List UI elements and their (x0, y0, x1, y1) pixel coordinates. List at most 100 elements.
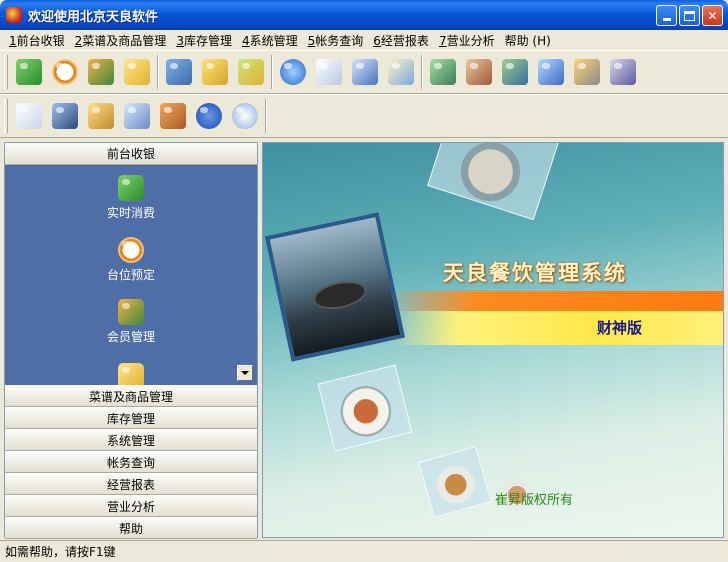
toolbar-reservation-button[interactable] (47, 54, 83, 90)
status-bar: 如需帮助，请按F1键 (0, 540, 728, 562)
toolbar-grip[interactable] (4, 99, 8, 133)
briefcase-icon (160, 103, 186, 129)
globe-icon (280, 59, 306, 85)
toolbar-help-button[interactable] (191, 98, 227, 134)
yellow-band (393, 311, 723, 345)
maximize-icon (684, 10, 695, 21)
toolbar-notebook-button[interactable] (347, 54, 383, 90)
edition-label: 财神版 (597, 319, 643, 337)
menu-front-desk[interactable]: 1前台收银 (4, 32, 70, 49)
magnifier-doc-icon (316, 59, 342, 85)
members-icon (88, 59, 114, 85)
menu-accounts[interactable]: 5帐务查询 (303, 32, 369, 49)
nav-entry-members[interactable]: 会员管理 (5, 299, 257, 345)
toolbar-globe-button[interactable] (275, 54, 311, 90)
nav-scroll-down-button[interactable] (237, 365, 253, 381)
paper-arrow-icon (388, 59, 414, 85)
toolbar-folder-open-button[interactable] (197, 54, 233, 90)
splash-area: 天良餐饮管理系统 财神版 崔昇版权所有 (262, 142, 724, 538)
toolbar-tools-button[interactable] (569, 54, 605, 90)
minimize-button[interactable] (656, 5, 677, 26)
window-controls: ✕ (656, 5, 723, 26)
nav-section-system[interactable]: 系统管理 (5, 429, 257, 451)
nav-section-menu-goods[interactable]: 菜谱及商品管理 (5, 385, 257, 407)
toolbar-checklist-button[interactable] (119, 54, 155, 90)
close-icon: ✕ (707, 8, 718, 23)
secondary-toolbar (0, 94, 728, 138)
toolbar-network-user-button[interactable] (497, 54, 533, 90)
bookshelf-icon (466, 59, 492, 85)
toolbar-calculator-button[interactable] (119, 98, 155, 134)
chevron-down-icon (241, 371, 249, 375)
nav-section-inventory[interactable]: 库存管理 (5, 407, 257, 429)
toolbar-new-page-button[interactable] (11, 98, 47, 134)
nav-section-reports[interactable]: 经营报表 (5, 473, 257, 495)
toolbar-password-button[interactable] (83, 98, 119, 134)
toolbar-briefcase-button[interactable] (155, 98, 191, 134)
menu-help[interactable]: 帮助 (H) (500, 32, 556, 49)
menu-system[interactable]: 4系统管理 (237, 32, 303, 49)
nav-entry-checklist[interactable] (5, 363, 257, 385)
toolbar-about-button[interactable] (227, 98, 263, 134)
user-phone-icon (52, 103, 78, 129)
toolbar-separator (157, 55, 159, 89)
food-photo-top (427, 143, 559, 221)
info-icon (232, 103, 258, 129)
toolbar-books-button[interactable] (161, 54, 197, 90)
toolbar-computer-button[interactable] (533, 54, 569, 90)
nav-section-accounts[interactable]: 帐务查询 (5, 451, 257, 473)
toolbar-separator (271, 55, 273, 89)
toolbar-separator (421, 55, 423, 89)
blank-page-icon (16, 103, 42, 129)
toolbar-contact-button[interactable] (47, 98, 83, 134)
nav-entry-reservation[interactable]: 台位预定 (5, 237, 257, 283)
toolbar-members-button[interactable] (83, 54, 119, 90)
members-icon (118, 299, 144, 325)
toolbar-realtime-consume-button[interactable] (11, 54, 47, 90)
main-toolbar (0, 50, 728, 94)
toolbar-grip[interactable] (4, 55, 8, 89)
nav-section-help[interactable]: 帮助 (5, 517, 257, 539)
toolbar-print-button[interactable] (605, 54, 641, 90)
title-bar[interactable]: 欢迎使用北京天良软件 ✕ (0, 0, 728, 30)
menu-inventory[interactable]: 3库存管理 (171, 32, 237, 49)
restaurant-photo (264, 212, 406, 362)
status-text: 如需帮助，请按F1键 (5, 545, 116, 559)
menu-menu-goods[interactable]: 2菜谱及商品管理 (70, 32, 172, 49)
nav-sections: 菜谱及商品管理 库存管理 系统管理 帐务查询 经营报表 营业分析 帮助 (5, 385, 257, 539)
tools-icon (574, 59, 600, 85)
toolbar-bookshelf-button[interactable] (461, 54, 497, 90)
menu-analysis[interactable]: 7营业分析 (434, 32, 500, 49)
clock-icon (118, 237, 144, 263)
folder-arrow-icon (238, 59, 264, 85)
system-title: 天良餐饮管理系统 (443, 260, 627, 285)
toolbar-paper-arrow-button[interactable] (383, 54, 419, 90)
clock-icon (52, 59, 78, 85)
close-button[interactable]: ✕ (702, 5, 723, 26)
toolbar-monitor-button[interactable] (425, 54, 461, 90)
realtime-consume-icon (16, 59, 42, 85)
calculator-icon (124, 103, 150, 129)
app-icon (6, 7, 22, 23)
nav-entry-realtime-consume[interactable]: 实时消费 (5, 175, 257, 221)
toolbar-search-doc-button[interactable] (311, 54, 347, 90)
food-photo-bottom (418, 445, 492, 519)
window-title: 欢迎使用北京天良软件 (28, 9, 159, 25)
key-icon (88, 103, 114, 129)
nav-section-analysis[interactable]: 营业分析 (5, 495, 257, 517)
monitor-icon (430, 59, 456, 85)
help-icon (196, 103, 222, 129)
maximize-button[interactable] (679, 5, 700, 26)
orange-band (393, 291, 723, 311)
nav-header-front-desk[interactable]: 前台收银 (5, 143, 257, 165)
printer-disk-icon (610, 59, 636, 85)
toolbar-separator (265, 99, 267, 133)
books-icon (166, 59, 192, 85)
toolbar-folder-arrow-button[interactable] (233, 54, 269, 90)
menu-bar: 1前台收银 2菜谱及商品管理 3库存管理 4系统管理 5帐务查询 6经营报表 7… (0, 30, 728, 50)
copyright-text: 崔昇版权所有 (495, 493, 574, 508)
left-nav-panel: 前台收银 实时消费 台位预定 会员管理 菜谱及商品管理 库存管理 系统管理 帐务… (4, 142, 258, 539)
computer-icon (538, 59, 564, 85)
menu-reports[interactable]: 6经营报表 (368, 32, 434, 49)
realtime-consume-icon (118, 175, 144, 201)
